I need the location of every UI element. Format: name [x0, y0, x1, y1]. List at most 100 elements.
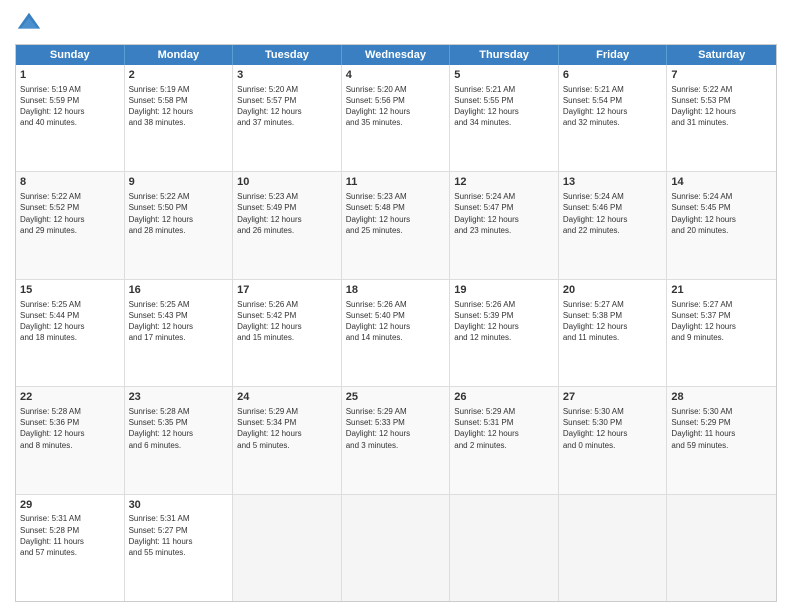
day-number: 7: [671, 68, 772, 83]
day-number: 19: [454, 283, 554, 298]
calendar-cell: 1Sunrise: 5:19 AMSunset: 5:59 PMDaylight…: [16, 65, 125, 171]
calendar-cell: 16Sunrise: 5:25 AMSunset: 5:43 PMDayligh…: [125, 280, 234, 386]
day-number: 21: [671, 283, 772, 298]
cell-info: Sunrise: 5:26 AMSunset: 5:42 PMDaylight:…: [237, 299, 337, 344]
calendar-cell: 19Sunrise: 5:26 AMSunset: 5:39 PMDayligh…: [450, 280, 559, 386]
cell-info: Sunrise: 5:29 AMSunset: 5:31 PMDaylight:…: [454, 406, 554, 451]
day-number: 26: [454, 390, 554, 405]
day-number: 24: [237, 390, 337, 405]
day-number: 3: [237, 68, 337, 83]
day-number: 29: [20, 498, 120, 513]
cell-info: Sunrise: 5:24 AMSunset: 5:47 PMDaylight:…: [454, 191, 554, 236]
calendar-cell: 22Sunrise: 5:28 AMSunset: 5:36 PMDayligh…: [16, 387, 125, 493]
logo: [15, 10, 47, 38]
day-number: 2: [129, 68, 229, 83]
calendar-cell: 24Sunrise: 5:29 AMSunset: 5:34 PMDayligh…: [233, 387, 342, 493]
calendar-cell: 30Sunrise: 5:31 AMSunset: 5:27 PMDayligh…: [125, 495, 234, 601]
day-number: 17: [237, 283, 337, 298]
calendar-cell: 15Sunrise: 5:25 AMSunset: 5:44 PMDayligh…: [16, 280, 125, 386]
calendar-cell: [450, 495, 559, 601]
calendar-row: 8Sunrise: 5:22 AMSunset: 5:52 PMDaylight…: [16, 171, 776, 278]
calendar: SundayMondayTuesdayWednesdayThursdayFrid…: [15, 44, 777, 602]
calendar-body: 1Sunrise: 5:19 AMSunset: 5:59 PMDaylight…: [16, 65, 776, 601]
day-number: 4: [346, 68, 446, 83]
day-number: 15: [20, 283, 120, 298]
calendar-cell: 8Sunrise: 5:22 AMSunset: 5:52 PMDaylight…: [16, 172, 125, 278]
cell-info: Sunrise: 5:23 AMSunset: 5:49 PMDaylight:…: [237, 191, 337, 236]
weekday-header: Tuesday: [233, 45, 342, 65]
cell-info: Sunrise: 5:22 AMSunset: 5:53 PMDaylight:…: [671, 84, 772, 129]
weekday-header: Wednesday: [342, 45, 451, 65]
calendar-row: 22Sunrise: 5:28 AMSunset: 5:36 PMDayligh…: [16, 386, 776, 493]
cell-info: Sunrise: 5:31 AMSunset: 5:27 PMDaylight:…: [129, 513, 229, 558]
calendar-cell: 12Sunrise: 5:24 AMSunset: 5:47 PMDayligh…: [450, 172, 559, 278]
cell-info: Sunrise: 5:25 AMSunset: 5:43 PMDaylight:…: [129, 299, 229, 344]
day-number: 1: [20, 68, 120, 83]
cell-info: Sunrise: 5:27 AMSunset: 5:38 PMDaylight:…: [563, 299, 663, 344]
calendar-cell: 11Sunrise: 5:23 AMSunset: 5:48 PMDayligh…: [342, 172, 451, 278]
day-number: 11: [346, 175, 446, 190]
calendar-cell: 14Sunrise: 5:24 AMSunset: 5:45 PMDayligh…: [667, 172, 776, 278]
day-number: 18: [346, 283, 446, 298]
logo-icon: [15, 10, 43, 38]
day-number: 12: [454, 175, 554, 190]
calendar-cell: 3Sunrise: 5:20 AMSunset: 5:57 PMDaylight…: [233, 65, 342, 171]
cell-info: Sunrise: 5:20 AMSunset: 5:57 PMDaylight:…: [237, 84, 337, 129]
calendar-cell: 10Sunrise: 5:23 AMSunset: 5:49 PMDayligh…: [233, 172, 342, 278]
day-number: 13: [563, 175, 663, 190]
cell-info: Sunrise: 5:31 AMSunset: 5:28 PMDaylight:…: [20, 513, 120, 558]
cell-info: Sunrise: 5:25 AMSunset: 5:44 PMDaylight:…: [20, 299, 120, 344]
calendar-row: 15Sunrise: 5:25 AMSunset: 5:44 PMDayligh…: [16, 279, 776, 386]
cell-info: Sunrise: 5:24 AMSunset: 5:45 PMDaylight:…: [671, 191, 772, 236]
calendar-cell: 9Sunrise: 5:22 AMSunset: 5:50 PMDaylight…: [125, 172, 234, 278]
cell-info: Sunrise: 5:27 AMSunset: 5:37 PMDaylight:…: [671, 299, 772, 344]
cell-info: Sunrise: 5:22 AMSunset: 5:52 PMDaylight:…: [20, 191, 120, 236]
day-number: 8: [20, 175, 120, 190]
weekday-header: Friday: [559, 45, 668, 65]
cell-info: Sunrise: 5:22 AMSunset: 5:50 PMDaylight:…: [129, 191, 229, 236]
cell-info: Sunrise: 5:24 AMSunset: 5:46 PMDaylight:…: [563, 191, 663, 236]
calendar-cell: [342, 495, 451, 601]
calendar-cell: [233, 495, 342, 601]
weekday-header: Thursday: [450, 45, 559, 65]
calendar-cell: 25Sunrise: 5:29 AMSunset: 5:33 PMDayligh…: [342, 387, 451, 493]
weekday-header: Sunday: [16, 45, 125, 65]
day-number: 10: [237, 175, 337, 190]
calendar-cell: 2Sunrise: 5:19 AMSunset: 5:58 PMDaylight…: [125, 65, 234, 171]
calendar-row: 1Sunrise: 5:19 AMSunset: 5:59 PMDaylight…: [16, 65, 776, 171]
calendar-cell: 13Sunrise: 5:24 AMSunset: 5:46 PMDayligh…: [559, 172, 668, 278]
calendar-cell: 18Sunrise: 5:26 AMSunset: 5:40 PMDayligh…: [342, 280, 451, 386]
day-number: 20: [563, 283, 663, 298]
calendar-cell: 29Sunrise: 5:31 AMSunset: 5:28 PMDayligh…: [16, 495, 125, 601]
day-number: 23: [129, 390, 229, 405]
calendar-cell: 21Sunrise: 5:27 AMSunset: 5:37 PMDayligh…: [667, 280, 776, 386]
calendar-cell: 20Sunrise: 5:27 AMSunset: 5:38 PMDayligh…: [559, 280, 668, 386]
cell-info: Sunrise: 5:29 AMSunset: 5:34 PMDaylight:…: [237, 406, 337, 451]
day-number: 28: [671, 390, 772, 405]
calendar-cell: 4Sunrise: 5:20 AMSunset: 5:56 PMDaylight…: [342, 65, 451, 171]
day-number: 22: [20, 390, 120, 405]
day-number: 27: [563, 390, 663, 405]
cell-info: Sunrise: 5:19 AMSunset: 5:58 PMDaylight:…: [129, 84, 229, 129]
calendar-cell: 28Sunrise: 5:30 AMSunset: 5:29 PMDayligh…: [667, 387, 776, 493]
calendar-header: SundayMondayTuesdayWednesdayThursdayFrid…: [16, 45, 776, 65]
weekday-header: Monday: [125, 45, 234, 65]
calendar-cell: 5Sunrise: 5:21 AMSunset: 5:55 PMDaylight…: [450, 65, 559, 171]
calendar-row: 29Sunrise: 5:31 AMSunset: 5:28 PMDayligh…: [16, 494, 776, 601]
cell-info: Sunrise: 5:19 AMSunset: 5:59 PMDaylight:…: [20, 84, 120, 129]
cell-info: Sunrise: 5:28 AMSunset: 5:36 PMDaylight:…: [20, 406, 120, 451]
cell-info: Sunrise: 5:26 AMSunset: 5:40 PMDaylight:…: [346, 299, 446, 344]
cell-info: Sunrise: 5:28 AMSunset: 5:35 PMDaylight:…: [129, 406, 229, 451]
day-number: 9: [129, 175, 229, 190]
day-number: 30: [129, 498, 229, 513]
weekday-header: Saturday: [667, 45, 776, 65]
page: SundayMondayTuesdayWednesdayThursdayFrid…: [0, 0, 792, 612]
cell-info: Sunrise: 5:29 AMSunset: 5:33 PMDaylight:…: [346, 406, 446, 451]
calendar-cell: 23Sunrise: 5:28 AMSunset: 5:35 PMDayligh…: [125, 387, 234, 493]
day-number: 6: [563, 68, 663, 83]
calendar-cell: 6Sunrise: 5:21 AMSunset: 5:54 PMDaylight…: [559, 65, 668, 171]
calendar-cell: [667, 495, 776, 601]
cell-info: Sunrise: 5:26 AMSunset: 5:39 PMDaylight:…: [454, 299, 554, 344]
calendar-cell: 27Sunrise: 5:30 AMSunset: 5:30 PMDayligh…: [559, 387, 668, 493]
day-number: 25: [346, 390, 446, 405]
